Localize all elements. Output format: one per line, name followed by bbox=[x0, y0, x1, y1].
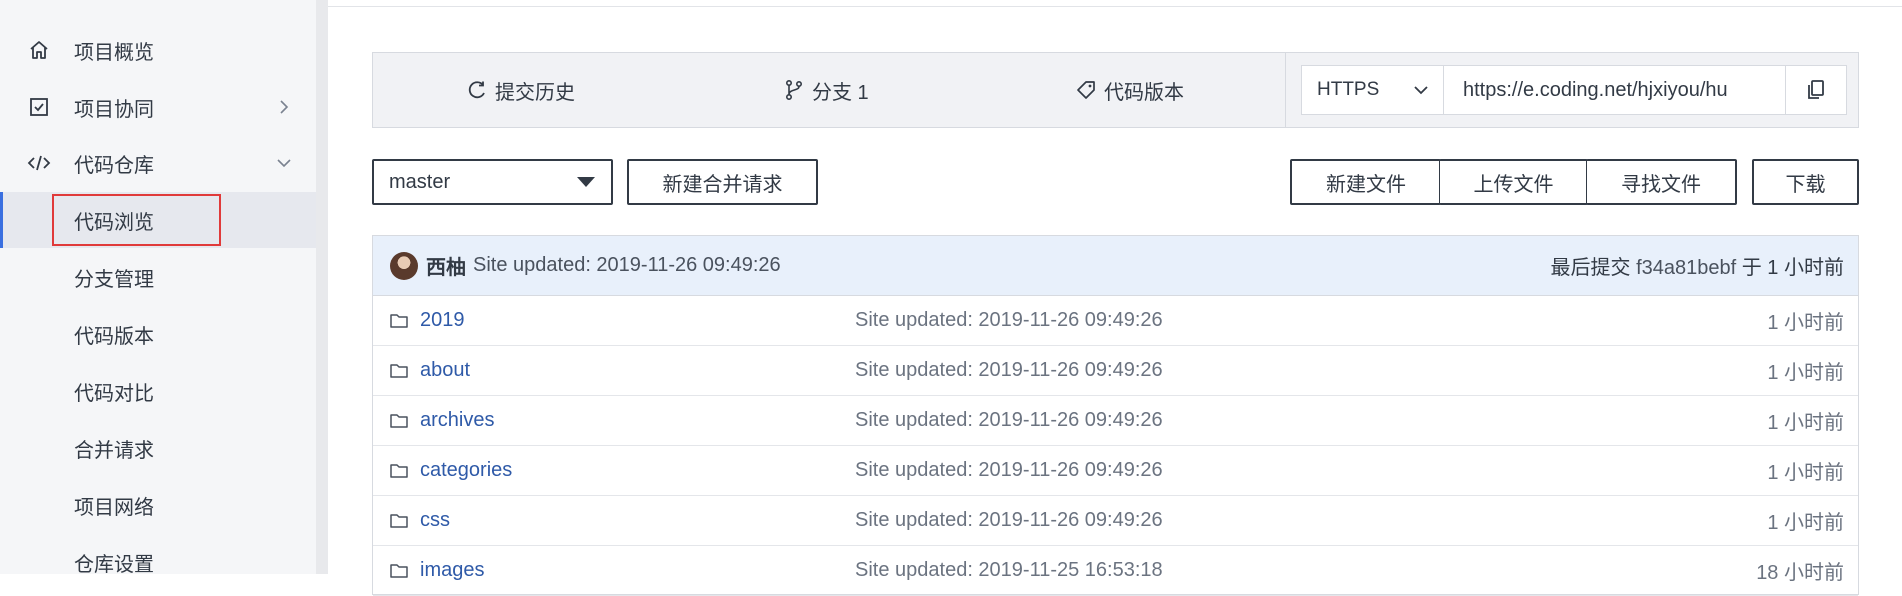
tags-button[interactable]: 代码版本 bbox=[1076, 53, 1184, 127]
file-commit-message[interactable]: Site updated: 2019-11-26 09:49:26 bbox=[855, 409, 1163, 432]
folder-icon bbox=[389, 511, 409, 531]
new-merge-request-button[interactable]: 新建合并请求 bbox=[627, 159, 818, 205]
tag-icon bbox=[1077, 81, 1095, 99]
file-name-link[interactable]: categories bbox=[420, 459, 512, 482]
clone-url-field[interactable]: https://e.coding.net/hjxiyou/hu bbox=[1444, 66, 1786, 114]
last-commit-prefix: 最后提交 bbox=[1550, 257, 1631, 279]
branch-select[interactable]: master bbox=[372, 159, 613, 205]
sidebar-item-collaboration[interactable]: 项目协同 bbox=[0, 79, 316, 135]
folder-icon bbox=[389, 311, 409, 331]
file-commit-time: 18 小时前 bbox=[1756, 562, 1844, 584]
file-commit-message[interactable]: Site updated: 2019-11-26 09:49:26 bbox=[855, 459, 1163, 482]
download-button[interactable]: 下载 bbox=[1752, 159, 1859, 205]
repo-toolbar: 提交历史 分支 1 代码版本 HTTPS https://e.coding.ne… bbox=[372, 52, 1859, 128]
table-row[interactable]: images Site updated: 2019-11-25 16:53:18 1… bbox=[373, 546, 1858, 596]
latest-commit-bar: 西柚 Site updated: 2019-11-26 09:49:26 最后提… bbox=[373, 236, 1858, 296]
file-commit-time: 1 小时前 bbox=[1767, 462, 1844, 484]
avatar[interactable] bbox=[390, 252, 418, 280]
commit-history-label: 提交历史 bbox=[495, 81, 575, 104]
top-divider bbox=[328, 6, 1902, 7]
protocol-label: HTTPS bbox=[1317, 79, 1380, 100]
sidebar-divider bbox=[316, 0, 328, 574]
sidebar-item-tags[interactable]: 代码版本 bbox=[0, 306, 316, 362]
file-name-link[interactable]: archives bbox=[420, 409, 494, 432]
file-commit-time: 1 小时前 bbox=[1767, 412, 1844, 434]
sidebar-item-label: 分支管理 bbox=[74, 268, 154, 291]
file-name-link[interactable]: 2019 bbox=[420, 309, 465, 332]
table-row[interactable]: css Site updated: 2019-11-26 09:49:26 1 小时… bbox=[373, 496, 1858, 546]
clone-box: HTTPS https://e.coding.net/hjxiyou/hu bbox=[1301, 65, 1847, 115]
code-icon bbox=[27, 151, 51, 175]
branch-select-value: master bbox=[389, 170, 451, 193]
history-icon bbox=[468, 81, 485, 99]
home-icon bbox=[27, 38, 51, 62]
sidebar: 项目概览 项目协同 代码仓库 代码浏览 分支管理 代码版本 代码对比 合并请求 … bbox=[0, 0, 316, 576]
caret-down-icon bbox=[577, 177, 595, 187]
commit-history-button[interactable]: 提交历史 bbox=[467, 53, 575, 127]
file-commit-message[interactable]: Site updated: 2019-11-26 09:49:26 bbox=[855, 309, 1163, 332]
table-row[interactable]: archives Site updated: 2019-11-26 09:49:2… bbox=[373, 396, 1858, 446]
chevron-right-icon bbox=[274, 97, 294, 117]
sidebar-item-label: 代码版本 bbox=[74, 325, 154, 348]
sidebar-item-branches[interactable]: 分支管理 bbox=[0, 249, 316, 305]
branches-label: 分支 1 bbox=[812, 81, 869, 104]
sidebar-item-label: 项目协同 bbox=[74, 98, 154, 121]
folder-icon bbox=[389, 361, 409, 381]
folder-icon bbox=[389, 411, 409, 431]
upload-file-button[interactable]: 上传文件 bbox=[1439, 159, 1588, 205]
sidebar-item-overview[interactable]: 项目概览 bbox=[0, 22, 316, 78]
sidebar-item-label: 代码对比 bbox=[74, 382, 154, 405]
commit-author[interactable]: 西柚 bbox=[426, 251, 466, 280]
sidebar-item-merge-requests[interactable]: 合并请求 bbox=[0, 420, 316, 476]
file-commit-time: 1 小时前 bbox=[1767, 512, 1844, 534]
commit-time: 于 1 小时前 bbox=[1741, 257, 1844, 279]
file-commit-time: 1 小时前 bbox=[1767, 362, 1844, 384]
file-commit-message[interactable]: Site updated: 2019-11-26 09:49:26 bbox=[855, 509, 1163, 532]
last-commit-info: 最后提交 f34a81bebf 于 1 小时前 bbox=[1551, 251, 1844, 280]
sidebar-item-label: 项目概览 bbox=[74, 41, 154, 64]
protocol-select[interactable]: HTTPS bbox=[1302, 66, 1444, 114]
tags-label: 代码版本 bbox=[1104, 81, 1184, 104]
table-row[interactable]: categories Site updated: 2019-11-26 09:49… bbox=[373, 446, 1858, 496]
copy-url-button[interactable] bbox=[1786, 66, 1846, 114]
file-commit-time: 1 小时前 bbox=[1767, 312, 1844, 334]
file-name-link[interactable]: images bbox=[420, 559, 484, 582]
checkbox-icon bbox=[27, 95, 51, 119]
sidebar-item-label: 代码仓库 bbox=[74, 154, 154, 177]
file-name-link[interactable]: css bbox=[420, 509, 450, 532]
commit-hash[interactable]: f34a81bebf bbox=[1636, 257, 1736, 279]
new-file-button[interactable]: 新建文件 bbox=[1290, 159, 1441, 205]
branches-button[interactable]: 分支 1 bbox=[784, 53, 869, 127]
file-commit-message[interactable]: Site updated: 2019-11-25 16:53:18 bbox=[855, 559, 1163, 582]
commit-message[interactable]: Site updated: 2019-11-26 09:49:26 bbox=[473, 254, 781, 277]
sidebar-item-label: 合并请求 bbox=[74, 439, 154, 462]
file-commit-message[interactable]: Site updated: 2019-11-26 09:49:26 bbox=[855, 359, 1163, 382]
sidebar-item-label: 仓库设置 bbox=[74, 553, 154, 576]
toolbar-divider bbox=[1285, 53, 1286, 127]
chevron-down-icon bbox=[274, 153, 294, 173]
file-name-link[interactable]: about bbox=[420, 359, 470, 382]
find-file-button[interactable]: 寻找文件 bbox=[1586, 159, 1737, 205]
highlight-box bbox=[52, 194, 221, 246]
sidebar-item-compare[interactable]: 代码对比 bbox=[0, 363, 316, 419]
folder-icon bbox=[389, 561, 409, 581]
branch-icon bbox=[785, 79, 803, 101]
chevron-down-icon bbox=[1414, 86, 1428, 95]
table-row[interactable]: 2019 Site updated: 2019-11-26 09:49:26 1 小… bbox=[373, 296, 1858, 346]
sidebar-item-settings[interactable]: 仓库设置 bbox=[0, 534, 316, 590]
file-table: 西柚 Site updated: 2019-11-26 09:49:26 最后提… bbox=[372, 235, 1859, 596]
folder-icon bbox=[389, 461, 409, 481]
sidebar-item-label: 项目网络 bbox=[74, 496, 154, 519]
sidebar-item-network[interactable]: 项目网络 bbox=[0, 477, 316, 533]
sidebar-item-code-repo[interactable]: 代码仓库 bbox=[0, 135, 316, 191]
table-row[interactable]: about Site updated: 2019-11-26 09:49:26 1 … bbox=[373, 346, 1858, 396]
copy-icon bbox=[1808, 80, 1824, 99]
